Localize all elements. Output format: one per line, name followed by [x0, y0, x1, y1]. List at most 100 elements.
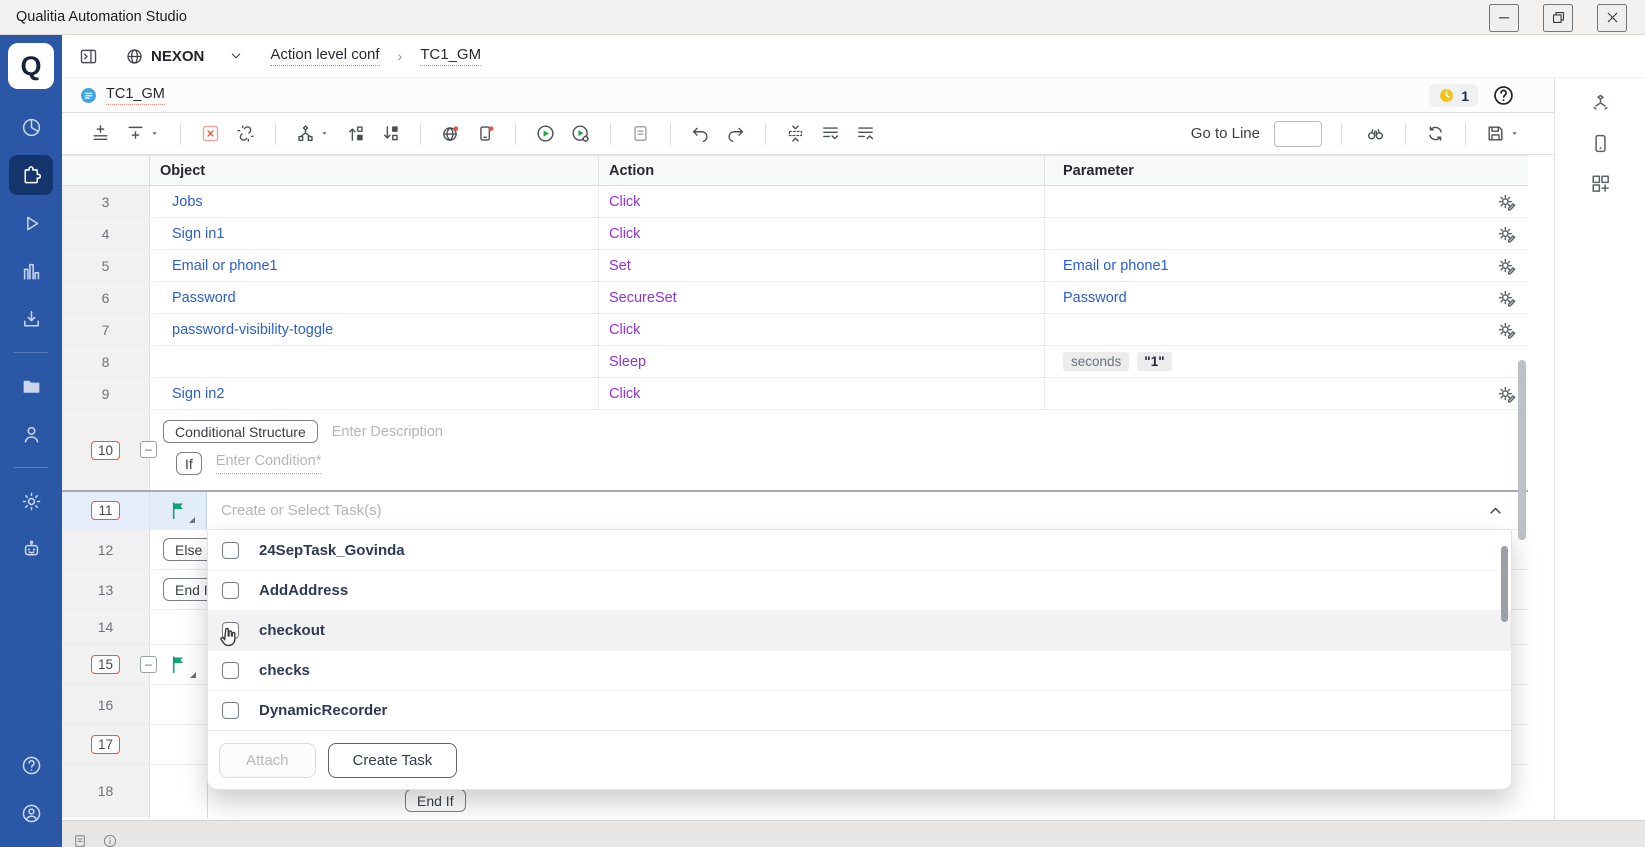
- conditional-structure-button[interactable]: [291, 119, 335, 148]
- object-value[interactable]: Password: [172, 290, 236, 306]
- project-selector[interactable]: NEXON: [125, 47, 204, 66]
- row-settings-button[interactable]: [1495, 254, 1518, 277]
- sidebar-dashboard[interactable]: [9, 107, 53, 147]
- collapse-dropdown-button[interactable]: [1486, 501, 1505, 520]
- find-button[interactable]: [1361, 119, 1390, 148]
- run-button[interactable]: [531, 119, 560, 148]
- conditional-structure-row[interactable]: 10– Conditional Structure Enter Descript…: [62, 410, 1528, 490]
- unlink-button[interactable]: [231, 119, 260, 148]
- task-checkbox[interactable]: [222, 662, 239, 679]
- row-settings-button[interactable]: [1495, 286, 1518, 309]
- run-debug-button[interactable]: [566, 119, 595, 148]
- table-scrollbar[interactable]: [1518, 360, 1526, 540]
- sidebar-help[interactable]: [9, 745, 53, 785]
- sidebar-import[interactable]: [9, 299, 53, 339]
- table-row[interactable]: 5 Email or phone1 Set Email or phone1: [62, 250, 1528, 282]
- row-settings-button[interactable]: [1495, 222, 1518, 245]
- conditional-structure-chip[interactable]: Conditional Structure: [163, 420, 318, 443]
- add-step-button[interactable]: [86, 119, 115, 148]
- object-value[interactable]: Email or phone1: [172, 258, 278, 274]
- action-value[interactable]: Set: [609, 258, 631, 274]
- device-button[interactable]: [1589, 132, 1612, 155]
- expand-all-button[interactable]: [816, 119, 845, 148]
- table-row[interactable]: 6 Password SecureSet Password: [62, 282, 1528, 314]
- web-recorder-button[interactable]: [436, 119, 465, 148]
- row-settings-button[interactable]: [1495, 318, 1518, 341]
- task-option-row[interactable]: AddAddress: [208, 570, 1511, 610]
- delete-step-button[interactable]: [196, 119, 225, 148]
- end-if-chip[interactable]: End If: [405, 789, 466, 812]
- action-value[interactable]: Sleep: [609, 354, 646, 370]
- move-down-button[interactable]: [376, 119, 405, 148]
- attach-button[interactable]: Attach: [219, 743, 316, 778]
- sidebar-settings[interactable]: [9, 481, 53, 521]
- sidebar-execute[interactable]: [9, 203, 53, 243]
- panel-toggle-button[interactable]: [74, 42, 103, 71]
- table-row[interactable]: 7 password-visibility-toggle Click: [62, 314, 1528, 346]
- sidebar-reports[interactable]: [9, 251, 53, 291]
- task-checkbox[interactable]: [222, 582, 239, 599]
- task-option-row[interactable]: 24SepTask_Govinda: [208, 530, 1511, 570]
- close-button[interactable]: [1597, 4, 1627, 32]
- row-settings-button[interactable]: [1495, 190, 1518, 213]
- task-option-row[interactable]: checkout: [208, 610, 1511, 650]
- object-value[interactable]: Sign in1: [172, 226, 224, 242]
- object-value[interactable]: password-visibility-toggle: [172, 322, 333, 338]
- row-settings-button[interactable]: [1495, 382, 1518, 405]
- action-value[interactable]: Click: [609, 226, 640, 242]
- add-grid-button[interactable]: [1589, 172, 1612, 195]
- help-button[interactable]: [1492, 84, 1515, 107]
- action-value[interactable]: Click: [609, 194, 640, 210]
- parameter-value[interactable]: Password: [1063, 290, 1127, 306]
- mobile-recorder-button[interactable]: [471, 119, 500, 148]
- sidebar-users[interactable]: [9, 414, 53, 454]
- redo-button[interactable]: [721, 119, 750, 148]
- action-value[interactable]: Click: [609, 322, 640, 338]
- if-chip[interactable]: If: [176, 452, 202, 475]
- table-row[interactable]: 8 Sleep seconds"1": [62, 346, 1528, 378]
- table-row[interactable]: 4 Sign in1 Click: [62, 218, 1528, 250]
- insert-step-button[interactable]: [121, 119, 165, 148]
- sidebar-assistant[interactable]: [9, 529, 53, 569]
- save-button[interactable]: [1481, 119, 1525, 148]
- table-row[interactable]: 3 Jobs Click: [62, 186, 1528, 218]
- hierarchy-button[interactable]: [1589, 92, 1612, 115]
- chevron-down-icon[interactable]: [228, 48, 244, 64]
- dropdown-scrollbar[interactable]: [1501, 546, 1508, 622]
- create-task-button[interactable]: Create Task: [328, 743, 458, 778]
- collapse-region-button[interactable]: [781, 119, 810, 148]
- breadcrumb-folder[interactable]: Action level conf: [270, 46, 379, 66]
- task-checkbox[interactable]: [222, 702, 239, 719]
- undo-button[interactable]: [686, 119, 715, 148]
- app-logo[interactable]: Q: [8, 43, 54, 89]
- execution-timer-badge[interactable]: 1: [1429, 84, 1478, 107]
- flag-cell[interactable]: [150, 492, 207, 529]
- task-option-row[interactable]: DynamicRecorder: [208, 690, 1511, 730]
- minimize-button[interactable]: [1489, 4, 1519, 32]
- sidebar-develop[interactable]: [9, 155, 53, 195]
- task-checkbox[interactable]: [222, 542, 239, 559]
- object-value[interactable]: Jobs: [172, 194, 203, 210]
- parameter-value[interactable]: Email or phone1: [1063, 258, 1169, 274]
- collapse-toggle[interactable]: –: [140, 656, 157, 673]
- action-value[interactable]: SecureSet: [609, 290, 677, 306]
- condition-placeholder[interactable]: Enter Condition*: [216, 453, 322, 474]
- task-select-combobox[interactable]: [207, 492, 1528, 529]
- restore-button[interactable]: [1543, 4, 1573, 32]
- collapse-toggle[interactable]: –: [140, 441, 157, 458]
- flag-cell[interactable]: [150, 645, 207, 684]
- goto-line-input[interactable]: [1274, 121, 1322, 147]
- sync-button[interactable]: [1421, 119, 1450, 148]
- description-placeholder[interactable]: Enter Description: [332, 424, 443, 440]
- breadcrumb-testcase[interactable]: TC1_GM: [420, 46, 481, 66]
- table-row[interactable]: 9 Sign in2 Click: [62, 378, 1528, 410]
- collapse-all-button[interactable]: [851, 119, 880, 148]
- move-up-button[interactable]: [341, 119, 370, 148]
- task-option-row[interactable]: checks: [208, 650, 1511, 690]
- action-value[interactable]: Click: [609, 386, 640, 402]
- object-value[interactable]: Sign in2: [172, 386, 224, 402]
- tab-tc1-gm[interactable]: TC1_GM: [62, 78, 179, 112]
- task-picker-row[interactable]: 11: [62, 490, 1528, 530]
- task-select-input[interactable]: [207, 502, 1396, 519]
- sidebar-profile[interactable]: [9, 793, 53, 833]
